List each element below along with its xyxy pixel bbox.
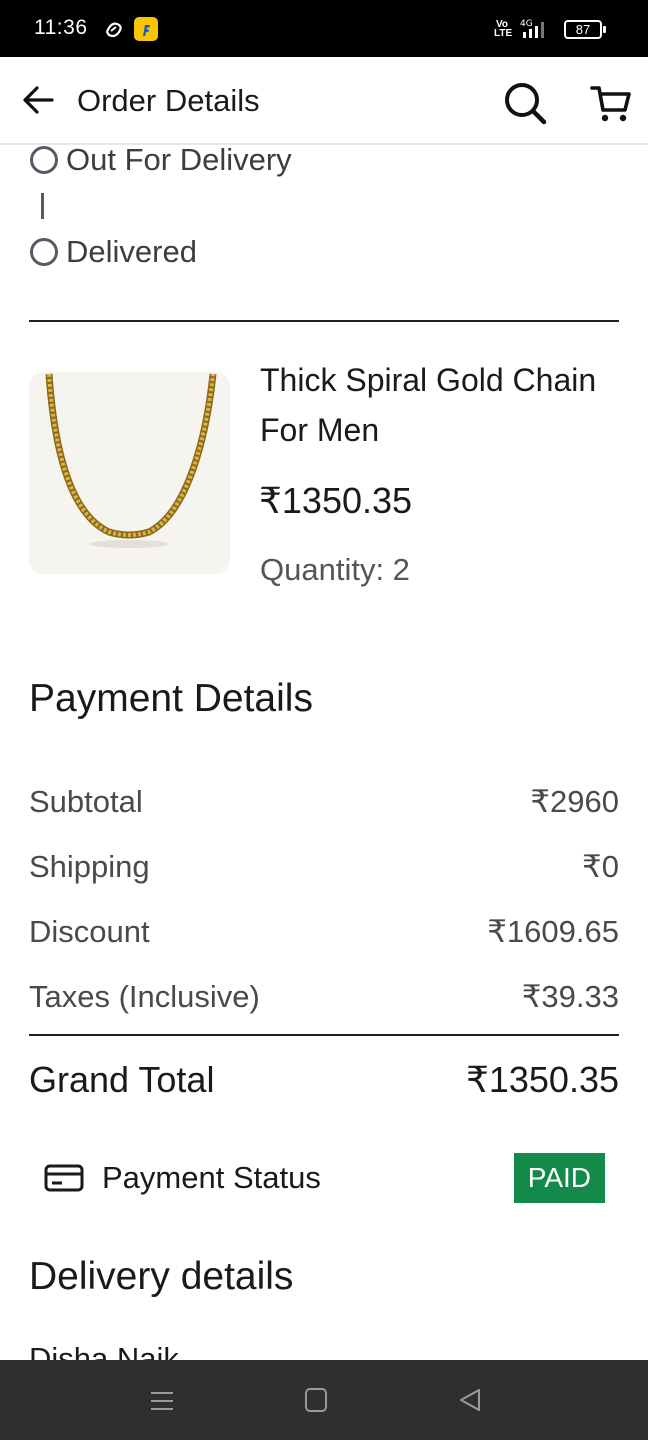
volte-icon: Vo LTE (494, 19, 513, 39)
order-timeline: Out For Delivery Delivered (30, 141, 292, 271)
home-icon[interactable] (305, 1388, 327, 1412)
app-header: Order Details (0, 57, 648, 145)
payment-status-label: Payment Status (102, 1160, 321, 1195)
delivery-details-heading: Delivery details (29, 1255, 294, 1298)
timeline-step-label: Out For Delivery (66, 142, 292, 177)
payment-row-label: Taxes (Inclusive) (29, 979, 260, 1014)
signal-icon: 4G (520, 19, 544, 38)
payment-status-row: Payment Status PAID (44, 1153, 605, 1203)
payment-row-discount: Discount ₹1609.65 (29, 912, 619, 952)
status-bar: 11:36 Vo LTE 4G 87 (0, 0, 648, 57)
status-time: 11:36 (34, 16, 88, 39)
timeline-step-delivered: Delivered (30, 233, 292, 271)
nav-back-icon[interactable] (458, 1388, 482, 1412)
payment-row-label: Subtotal (29, 784, 143, 819)
back-arrow-icon[interactable] (22, 85, 54, 115)
battery-icon: 87 (564, 19, 606, 39)
gold-chain-image (45, 373, 217, 548)
timeline-circle-icon (30, 238, 58, 266)
system-nav-bar (0, 1360, 648, 1440)
payment-row-shipping: Shipping ₹0 (29, 847, 619, 887)
recent-apps-icon[interactable] (150, 1390, 174, 1412)
flipkart-notification-icon (134, 17, 158, 41)
payment-row-value: ₹1609.65 (487, 914, 619, 949)
payment-row-value: ₹2960 (530, 784, 619, 819)
timeline-connector (41, 193, 44, 219)
notification-app-icon (105, 22, 122, 38)
timeline-step-out-for-delivery: Out For Delivery (30, 141, 292, 179)
page-title: Order Details (77, 83, 260, 118)
timeline-step-label: Delivered (66, 234, 197, 269)
payment-row-value: ₹39.33 (521, 979, 619, 1014)
search-icon[interactable] (502, 80, 548, 126)
grand-total-label: Grand Total (29, 1059, 215, 1100)
total-divider (29, 1034, 619, 1036)
payment-row-taxes: Taxes (Inclusive) ₹39.33 (29, 977, 619, 1017)
delivery-recipient-name: Disha Naik (29, 1342, 179, 1360)
grand-total-value: ₹1350.35 (465, 1059, 619, 1100)
payment-row-subtotal: Subtotal ₹2960 (29, 782, 619, 822)
payment-status-badge: PAID (513, 1153, 605, 1203)
payment-row-value: ₹0 (582, 849, 619, 884)
payment-details-heading: Payment Details (29, 677, 313, 720)
section-divider (29, 320, 619, 322)
timeline-circle-icon (30, 146, 58, 174)
product-quantity: Quantity: 2 (260, 552, 410, 587)
payment-row-label: Shipping (29, 849, 150, 884)
grand-total-row: Grand Total ₹1350.35 (29, 1058, 619, 1102)
credit-card-icon (44, 1164, 84, 1192)
cart-icon[interactable] (590, 82, 632, 124)
product-price: ₹1350.35 (259, 480, 413, 521)
payment-row-label: Discount (29, 914, 150, 949)
product-image[interactable] (29, 372, 230, 574)
product-name[interactable]: Thick Spiral Gold Chain For Men (260, 355, 600, 455)
svg-text:4G: 4G (520, 19, 533, 29)
